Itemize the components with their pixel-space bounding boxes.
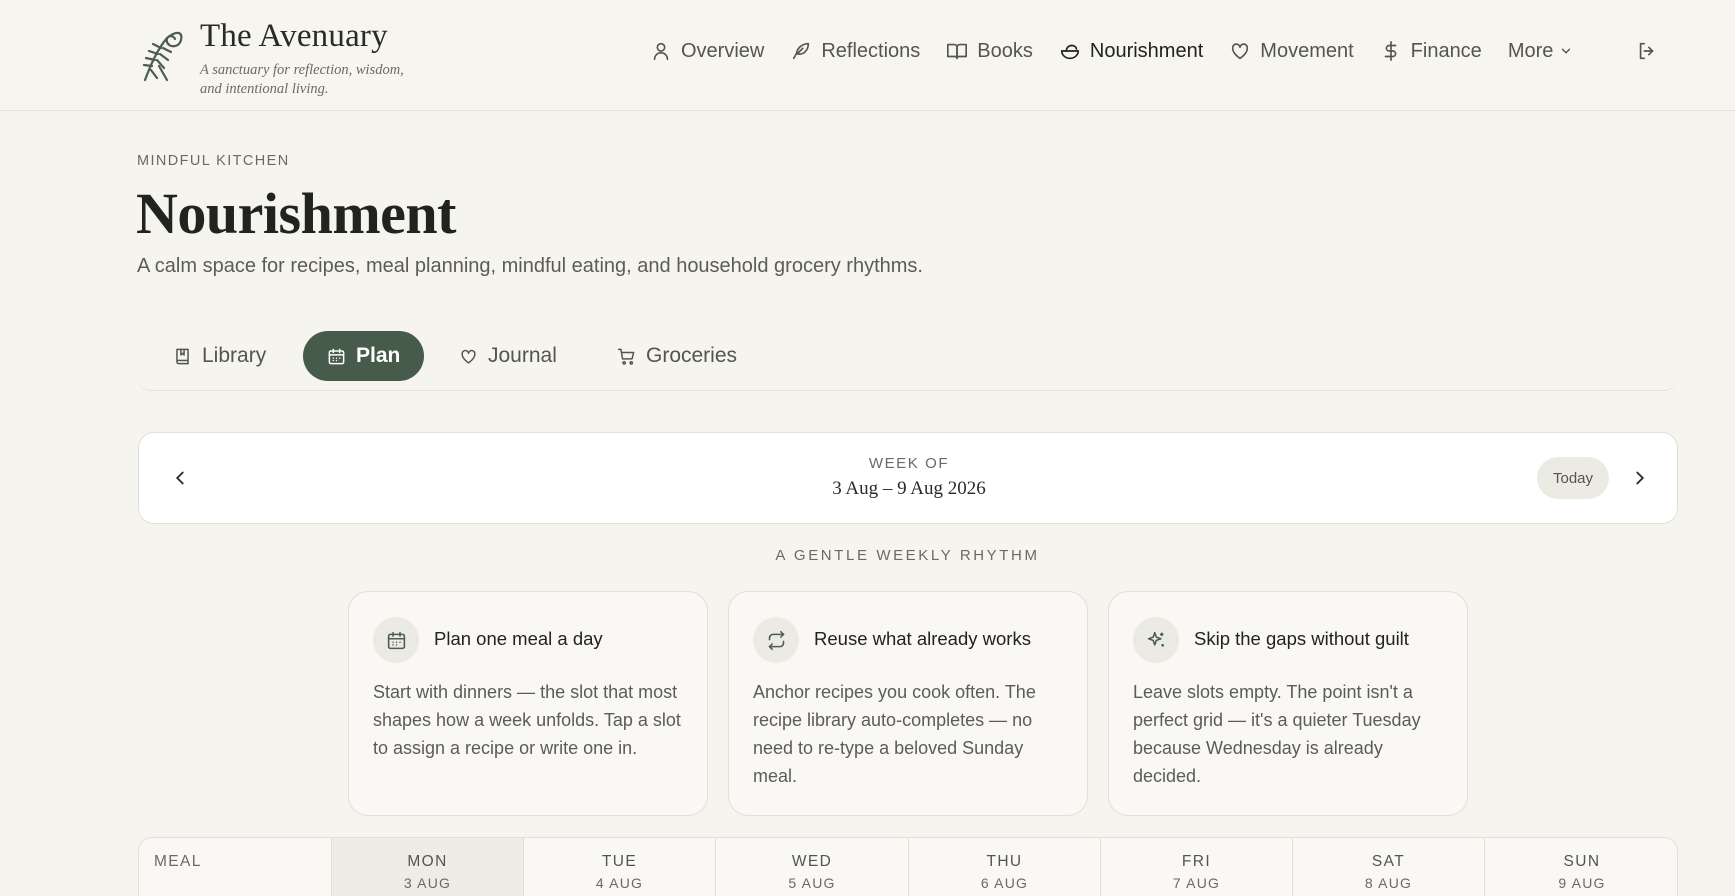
app-header: The Avenuary A sanctuary for reflection,…	[0, 0, 1735, 111]
nav-more-label: More	[1507, 39, 1554, 62]
day-name: SAT	[1371, 853, 1406, 870]
cart-icon	[617, 348, 635, 365]
tip-card: Skip the gaps without guilt Leave slots …	[1108, 591, 1468, 816]
nav-item-nourishment[interactable]: Nourishment	[1059, 40, 1203, 63]
section-tabs: Library Plan Journal Groceries	[137, 327, 1678, 391]
heart-icon	[1232, 43, 1249, 60]
nav-more-dropdown[interactable]: More	[1508, 40, 1574, 63]
tip-icon	[753, 617, 799, 663]
chevron-right-icon[interactable]	[1629, 467, 1651, 489]
tip-icon	[1133, 617, 1179, 663]
tab-label: Library	[202, 344, 267, 367]
day-date: 3 AUG	[403, 875, 452, 891]
today-button[interactable]: Today	[1537, 457, 1609, 499]
day-header-sat: SAT 8 AUG	[1292, 838, 1484, 896]
nav-item-label: Finance	[1410, 39, 1482, 62]
meal-column-header: MEAL	[139, 838, 331, 896]
week-range: 3 Aug – 9 Aug 2026	[832, 478, 986, 499]
day-name: TUE	[601, 853, 638, 870]
tab-library[interactable]: Library	[149, 331, 290, 381]
page-subtitle: A calm space for recipes, meal planning,…	[137, 255, 923, 277]
day-header-sun: SUN 9 AUG	[1484, 838, 1677, 896]
day-name: FRI	[1181, 853, 1212, 870]
day-date: 5 AUG	[788, 875, 836, 891]
nav-item-label: Nourishment	[1089, 39, 1204, 62]
day-header-thu: THU 6 AUG	[908, 838, 1100, 896]
day-header-tue: TUE 4 AUG	[523, 838, 715, 896]
repeat-icon	[768, 630, 784, 650]
salad-bowl-icon	[1060, 44, 1079, 60]
tip-body: Start with dinners — the slot that most …	[373, 682, 681, 758]
nav-item-books[interactable]: Books	[946, 40, 1033, 63]
nav-item-overview[interactable]: Overview	[650, 40, 764, 63]
brand-title: The Avenuary	[200, 18, 388, 54]
week-label: WEEK OF	[868, 455, 950, 472]
tab-plan[interactable]: Plan	[303, 331, 425, 381]
week-navigator: WEEK OF 3 Aug – 9 Aug 2026 Today	[138, 432, 1678, 524]
calendar-icon	[387, 631, 405, 649]
day-name: SUN	[1563, 853, 1601, 870]
tab-groceries[interactable]: Groceries	[593, 331, 761, 381]
day-header-wed: WED 5 AUG	[715, 838, 908, 896]
tip-title: Plan one meal a day	[434, 628, 603, 649]
heart-icon	[461, 349, 476, 364]
page-eyebrow: MINDFUL KITCHEN	[137, 153, 290, 169]
meal-plan-grid: MEAL MON 3 AUG TUE 4 AUG WED 5 AUG THU 6…	[138, 837, 1678, 896]
sparkle-icon	[1147, 631, 1164, 647]
tab-journal[interactable]: Journal	[435, 331, 581, 381]
brand-tagline: A sanctuary for reflection, wisdom, and …	[200, 62, 404, 97]
tip-title: Skip the gaps without guilt	[1194, 628, 1409, 649]
tip-card: Plan one meal a day Start with dinners —…	[348, 591, 708, 816]
day-header-mon: MON 3 AUG	[331, 838, 523, 896]
tip-icon	[373, 617, 419, 663]
day-date: 6 AUG	[980, 875, 1029, 891]
day-date: 9 AUG	[1558, 875, 1606, 891]
logout-icon[interactable]	[1636, 40, 1658, 62]
bookmark-book-icon	[176, 348, 189, 364]
tip-title: Reuse what already works	[814, 628, 1031, 649]
nav-item-label: Movement	[1260, 39, 1354, 62]
tip-body: Leave slots empty. The point isn't a per…	[1133, 682, 1421, 786]
calendar-icon	[328, 348, 345, 364]
nav-item-reflections[interactable]: Reflections	[790, 40, 920, 63]
book-open-icon	[947, 43, 968, 60]
rhythm-heading: A GENTLE WEEKLY RHYTHM	[775, 547, 1040, 564]
tab-label: Plan	[356, 344, 401, 367]
meal-label: MEAL	[154, 853, 202, 870]
page-title: Nourishment	[136, 181, 456, 246]
nav-item-label: Overview	[681, 39, 765, 62]
nav-item-movement[interactable]: Movement	[1229, 39, 1354, 63]
tip-body: Anchor recipes you cook often. The recip…	[753, 682, 1036, 786]
day-name: MON	[407, 853, 448, 870]
day-date: 4 AUG	[595, 875, 644, 891]
day-name: THU	[986, 853, 1023, 870]
tip-card: Reuse what already works Anchor recipes …	[728, 591, 1088, 816]
fern-logo-icon	[142, 31, 183, 82]
main-nav: Overview Reflections Books Nourishment M…	[650, 34, 1573, 68]
nav-item-label: Books	[977, 39, 1033, 62]
tab-label: Journal	[488, 344, 557, 367]
day-date: 8 AUG	[1364, 875, 1413, 891]
brand[interactable]: The Avenuary A sanctuary for reflection,…	[137, 18, 420, 99]
feather-icon	[793, 42, 810, 60]
chevron-down-icon	[1562, 48, 1571, 54]
dollar-icon	[1384, 41, 1397, 61]
day-name: WED	[791, 853, 833, 870]
user-icon	[653, 42, 669, 61]
nav-item-finance[interactable]: Finance	[1380, 40, 1482, 63]
day-header-fri: FRI 7 AUG	[1100, 838, 1292, 896]
tab-label: Groceries	[646, 344, 738, 367]
day-date: 7 AUG	[1172, 875, 1221, 891]
nav-item-label: Reflections	[821, 39, 921, 62]
